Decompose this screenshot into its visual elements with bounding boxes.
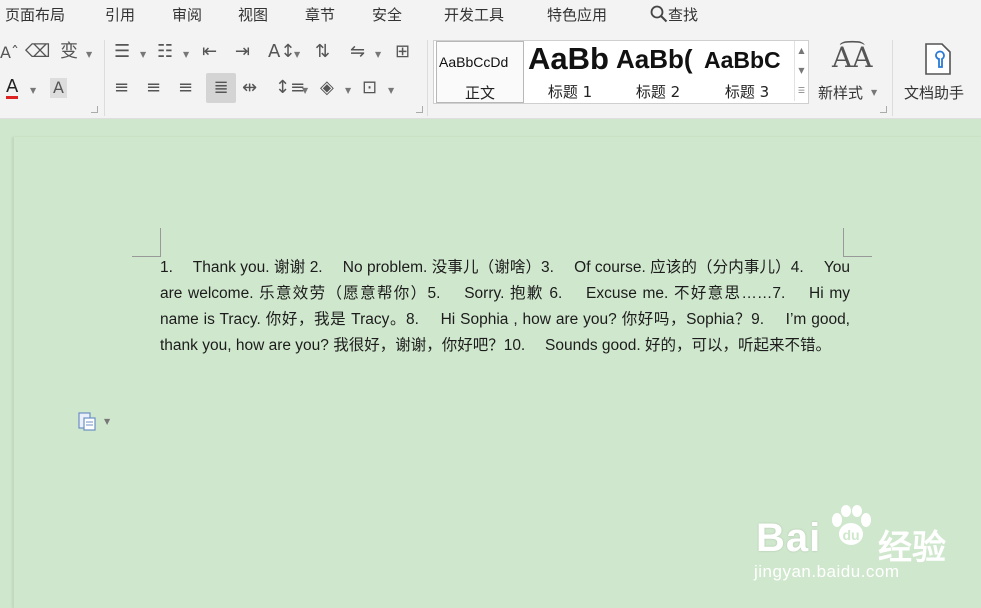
search-button[interactable]: 查找: [650, 4, 698, 25]
chevron-down-icon: ▼: [871, 88, 878, 97]
menu-developer-tools[interactable]: 开发工具: [444, 4, 504, 25]
gallery-scrollbar[interactable]: ▲ ▼ ☰: [794, 41, 808, 101]
sort-icon[interactable]: ⇅: [315, 42, 330, 62]
baidu-jingyan-watermark: du Bai 经验 jingyan.baidu.com: [748, 496, 980, 606]
style-heading-2[interactable]: AaBb( 标题 2: [614, 41, 702, 101]
search-icon: [650, 5, 668, 23]
paragraph-spacing-icon[interactable]: ↕≡: [275, 78, 305, 98]
distributed-icon[interactable]: ⇹: [242, 78, 257, 98]
doc-helper-icon: [925, 43, 951, 75]
divider: [104, 40, 105, 116]
increase-indent-icon[interactable]: ⇥: [235, 42, 250, 62]
style-sample: AaBbC: [704, 47, 781, 73]
new-style-label: 新样式: [818, 84, 864, 102]
new-style-button[interactable]: A͡A 新样式 ▼: [816, 40, 882, 110]
highlight-icon[interactable]: A: [50, 78, 67, 98]
style-label: 正文: [464, 84, 495, 102]
chevron-down-icon[interactable]: ▼: [375, 50, 381, 59]
style-label: 标题 1: [547, 83, 593, 101]
paste-options-button[interactable]: ▼: [78, 411, 111, 431]
menu-review[interactable]: 审阅: [172, 4, 202, 25]
gallery-down-icon[interactable]: ▼: [795, 61, 808, 81]
font-dialog-launcher[interactable]: [91, 106, 98, 113]
chevron-down-icon[interactable]: ▼: [86, 50, 92, 59]
paragraph-dialog-launcher[interactable]: [416, 106, 423, 113]
border-icon[interactable]: ⊡: [362, 78, 377, 98]
watermark-url: jingyan.baidu.com: [754, 562, 900, 581]
style-sample: AaBb: [528, 41, 609, 76]
bullet-list-icon[interactable]: ☰: [114, 42, 130, 62]
align-left-icon[interactable]: ≡: [114, 78, 129, 98]
menu-page-layout[interactable]: 页面布局: [5, 4, 65, 25]
chevron-down-icon[interactable]: ▼: [294, 50, 300, 59]
divider: [427, 40, 428, 116]
style-normal[interactable]: AaBbCcDd 正文: [436, 41, 524, 103]
justify-icon[interactable]: ≣: [206, 73, 236, 103]
crop-mark-top-left: [132, 228, 161, 257]
document-body-text[interactable]: 1. Thank you. 谢谢 2. No problem. 没事儿（谢啥）3…: [160, 255, 850, 359]
chevron-down-icon[interactable]: ▼: [302, 86, 308, 95]
style-heading-3[interactable]: AaBbC 标题 3: [702, 41, 792, 101]
char-scale-icon[interactable]: A↕: [268, 42, 295, 62]
watermark-logo-text: Bai: [756, 516, 822, 560]
doc-helper-label: 文档助手: [904, 84, 965, 102]
menu-security[interactable]: 安全: [372, 4, 402, 25]
divider: [892, 40, 893, 116]
style-label: 标题 3: [724, 83, 770, 101]
search-label: 查找: [668, 6, 699, 24]
shading-icon[interactable]: ◈: [320, 78, 334, 98]
menu-featured-apps[interactable]: 特色应用: [547, 4, 607, 25]
chevron-down-icon[interactable]: ▼: [388, 86, 394, 95]
style-label: 标题 2: [635, 83, 681, 101]
chevron-down-icon: ▼: [104, 417, 111, 426]
align-center-icon[interactable]: ≡: [146, 78, 161, 98]
style-gallery: AaBbCcDd 正文 AaBb 标题 1 AaBb( 标题 2 AaBbC 标…: [433, 40, 809, 104]
style-sample: AaBbCcDd: [439, 54, 509, 70]
font-color-icon[interactable]: A: [6, 78, 19, 99]
align-right-icon[interactable]: ≡: [178, 78, 193, 98]
menu-section[interactable]: 章节: [305, 4, 335, 25]
menu-view[interactable]: 视图: [238, 4, 268, 25]
chevron-down-icon[interactable]: ▼: [30, 86, 36, 95]
ribbon-toolbar: Aˆ ⌫ 变 ▼ A ▼ A ☰ ▼ ☷ ▼ ⇤ ⇥ A↕ ▼ ⇅ ⇋ ▼ ⊞ …: [0, 28, 981, 119]
style-heading-1[interactable]: AaBb 标题 1: [526, 41, 614, 101]
gallery-up-icon[interactable]: ▲: [795, 41, 808, 61]
styles-dialog-launcher[interactable]: [880, 106, 887, 113]
menu-bar: 页面布局 引用 审阅 视图 章节 安全 开发工具 特色应用 查找: [0, 0, 981, 28]
crop-mark-top-right: [843, 228, 872, 257]
chevron-down-icon[interactable]: ▼: [345, 86, 351, 95]
svg-text:du: du: [842, 527, 859, 543]
phonetic-icon[interactable]: 变: [60, 42, 78, 62]
font-size-icon[interactable]: Aˆ: [0, 43, 19, 63]
doc-helper-button[interactable]: 文档助手: [900, 40, 976, 110]
style-sample: AaBb(: [616, 44, 693, 74]
table-icon[interactable]: ⊞: [395, 42, 410, 62]
numbered-list-icon[interactable]: ☷: [157, 42, 173, 62]
chevron-down-icon[interactable]: ▼: [183, 50, 189, 59]
line-spacing-icon[interactable]: ⇋: [350, 42, 365, 62]
gallery-more-icon[interactable]: ☰: [795, 81, 808, 101]
eraser-icon[interactable]: ⌫: [25, 42, 50, 62]
decrease-indent-icon[interactable]: ⇤: [202, 42, 217, 62]
chevron-down-icon[interactable]: ▼: [140, 50, 146, 59]
new-style-icon: A͡A: [832, 41, 873, 74]
paste-options-icon: [78, 412, 96, 431]
paw-logo-icon: du: [832, 505, 871, 545]
menu-references[interactable]: 引用: [105, 4, 135, 25]
